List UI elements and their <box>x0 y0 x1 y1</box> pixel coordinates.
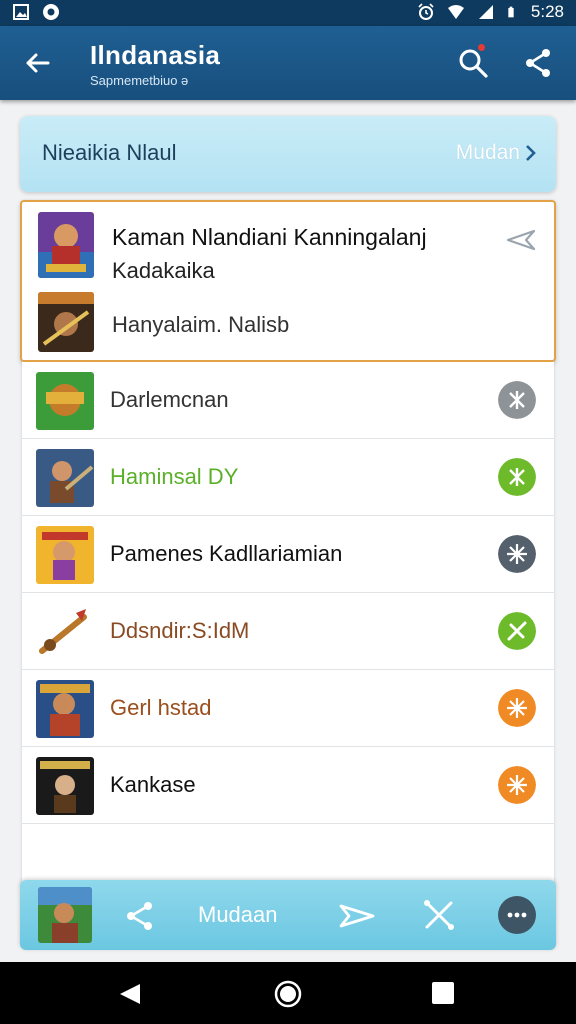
current-game-thumbnail[interactable] <box>38 887 92 943</box>
app-notification-icon <box>43 4 59 20</box>
game-thumbnail <box>36 757 94 815</box>
wifi-icon <box>447 5 464 19</box>
category-banner[interactable]: Nieaikia Nlaul Mudan <box>20 116 556 192</box>
game-thumbnail <box>36 680 94 738</box>
nav-recents-icon[interactable] <box>432 982 454 1004</box>
banner-title: Nieaikia Nlaul <box>42 140 177 165</box>
list-item[interactable]: Haminsal DY <box>22 439 554 516</box>
status-time: 5:28 <box>530 2 564 21</box>
app-subtitle: Sapmemetbiuo ə <box>90 73 189 88</box>
share-icon[interactable] <box>522 46 554 80</box>
list-item[interactable]: Pamenes Kadllariamian <box>22 516 554 593</box>
nav-home-icon[interactable] <box>274 980 302 1008</box>
toolbar-label[interactable]: Mudaan <box>198 902 278 928</box>
list-item-label: Gerl hstad <box>110 695 212 720</box>
featured-item[interactable]: Kaman Nlandiani Kanningalanj Kadakaika H… <box>20 200 556 362</box>
list-item[interactable]: Ddsndir:S:IdM <box>22 593 554 670</box>
share-icon[interactable] <box>124 900 156 932</box>
send-icon[interactable] <box>506 228 536 252</box>
list-item[interactable]: Darlemcnan <box>22 362 554 439</box>
list-item-label: Haminsal DY <box>110 464 239 489</box>
tools-icon[interactable] <box>422 898 456 932</box>
notification-dot <box>478 44 485 51</box>
featured-subtitle: Kadakaika <box>112 258 215 283</box>
featured-game-thumbnail <box>38 212 94 278</box>
featured-secondary-title: Hanyalaim. Nalisb <box>112 312 290 337</box>
game-thumbnail <box>36 372 94 430</box>
spark-action-icon[interactable] <box>498 689 536 727</box>
list-item-label: Kankase <box>110 772 196 797</box>
list-item-label: Ddsndir:S:IdM <box>110 618 250 643</box>
secondary-game-thumbnail <box>38 292 94 352</box>
list-item-label: Pamenes Kadllariamian <box>110 541 343 566</box>
search-icon[interactable] <box>456 46 490 80</box>
app-bar: Ilndanasia Sapmemetbiuo ə <box>0 26 576 100</box>
list-item[interactable]: Kankase <box>22 747 554 824</box>
chevron-right-icon[interactable] <box>524 142 538 164</box>
system-navigation-bar <box>0 962 576 1024</box>
app-title: Ilndanasia <box>90 40 221 70</box>
more-options-icon[interactable] <box>498 896 536 934</box>
spark-action-icon[interactable] <box>498 458 536 496</box>
banner-action-label[interactable]: Mudan <box>456 141 520 165</box>
status-bar: 5:28 <box>0 0 576 26</box>
featured-title: Kaman Nlandiani Kanningalanj <box>112 224 427 250</box>
nav-back-icon[interactable] <box>118 982 142 1006</box>
list-item[interactable]: Gerl hstad <box>22 670 554 747</box>
battery-icon <box>508 6 514 18</box>
list-item-label: Darlemcnan <box>110 387 229 412</box>
spark-action-icon[interactable] <box>498 766 536 804</box>
alarm-icon <box>418 3 434 20</box>
game-thumbnail <box>36 526 94 584</box>
bottom-toolbar: Mudaan <box>20 880 556 950</box>
signal-icon <box>478 5 493 19</box>
game-thumbnail <box>36 449 94 507</box>
back-arrow-icon[interactable] <box>20 46 54 80</box>
spark-action-icon[interactable] <box>498 381 536 419</box>
send-icon[interactable] <box>338 900 376 932</box>
tools-action-icon[interactable] <box>498 612 536 650</box>
weapon-icon <box>36 603 94 661</box>
gallery-icon <box>13 4 29 20</box>
spark-action-icon[interactable] <box>498 535 536 573</box>
